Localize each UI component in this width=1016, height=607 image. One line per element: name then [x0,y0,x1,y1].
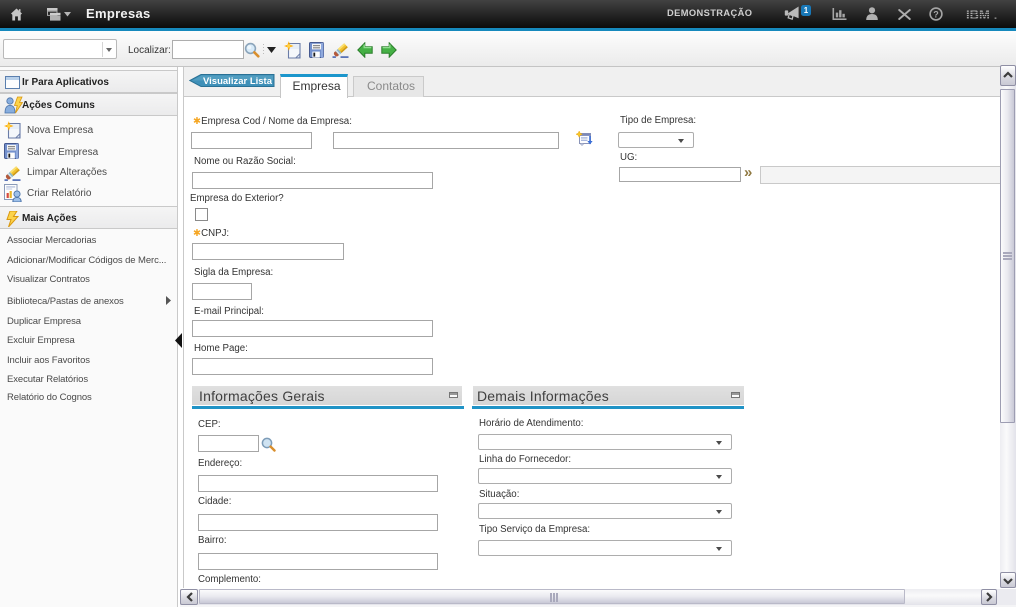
svg-text:?: ? [933,9,939,19]
svg-text:IBM: IBM [966,8,990,21]
svg-text:Visualizar Lista: Visualizar Lista [203,76,273,87]
